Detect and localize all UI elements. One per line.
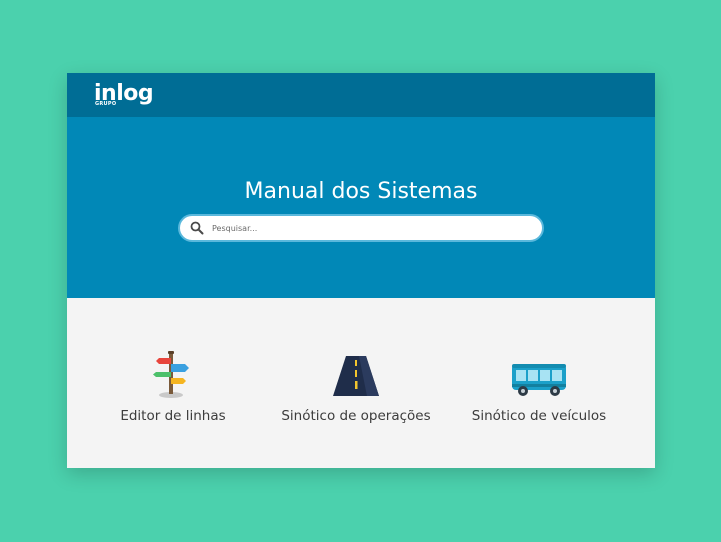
- signpost-icon: [151, 350, 195, 398]
- search-input[interactable]: [210, 222, 514, 234]
- top-bar: inlog GRUPO: [67, 73, 655, 117]
- road-icon: [331, 350, 381, 398]
- hero-banner: Manual dos Sistemas: [67, 117, 655, 298]
- card-label: Sinótico de operações: [281, 408, 431, 424]
- card-label: Editor de linhas: [120, 408, 226, 424]
- inlog-logo[interactable]: inlog GRUPO: [94, 83, 154, 107]
- bus-icon: [510, 350, 568, 398]
- card-sinotico-de-veiculos[interactable]: Sinótico de veículos: [439, 350, 639, 424]
- app-window: inlog GRUPO Manual dos Sistemas Pesquisa…: [67, 73, 655, 468]
- search-box[interactable]: [178, 214, 544, 242]
- card-label: Sinótico de veículos: [471, 408, 607, 424]
- search-icon: [190, 221, 204, 235]
- card-sinotico-de-operacoes[interactable]: Sinótico de operações: [256, 350, 456, 424]
- page-title: Manual dos Sistemas: [244, 179, 478, 204]
- card-editor-de-linhas[interactable]: Editor de linhas: [73, 350, 273, 424]
- system-cards: Editor de linhas Sinótico de operações S…: [67, 298, 655, 468]
